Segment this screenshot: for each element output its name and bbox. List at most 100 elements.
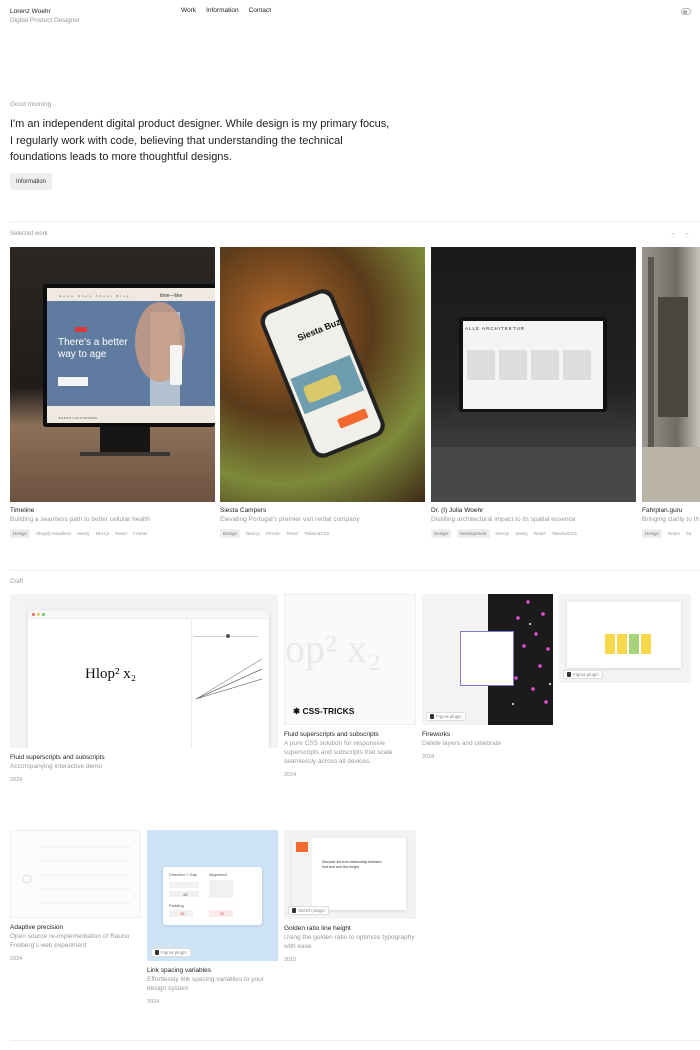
window-minimize-icon [37,613,40,616]
craft-card-golden-ratio[interactable]: Discover the true relationship between f… [284,830,416,963]
mock-footer: ★★★★★ 4.4/5 ★ REVIEWS [58,416,98,420]
craft-desc: Using the golden ratio to optimize typog… [284,934,415,950]
swatch-yellow [641,634,651,654]
site-owner-role: Digital Product Designer [10,17,81,24]
nav-information[interactable]: Information [206,7,239,14]
padding-horizontal-value: 16 [180,911,185,916]
craft-image: Figma plugin [559,594,691,683]
nav-work[interactable]: Work [181,7,196,14]
window-maximize-icon [42,613,45,616]
figma-plugin-badge: Figma plugin [563,670,603,679]
work-card-julia-woehr[interactable]: ALLE ARCHITEKTUR Dr. (I) Julia Woehr Dis… [431,247,636,538]
next-arrow-icon[interactable]: → [683,230,690,237]
craft-title: Link spacing variables [147,967,211,974]
selected-work-label: Selected work [10,231,48,237]
nav-contact[interactable]: Contact [249,7,271,14]
work-card-siesta[interactable]: Siesta Buzz Siesta Campers Elevating Por… [220,247,425,538]
work-image-julia-woehr: ALLE ARCHITEKTUR [431,247,636,502]
tag: Development [457,529,490,538]
gap-value: 48 [183,892,188,897]
craft-image: Direction + Gap Alignment 48 Padding 16 … [147,830,278,961]
tag: Sanity [77,531,90,536]
craft-card-fireworks[interactable]: Figma plugin Fireworks Delete layers and… [422,594,553,760]
craft-desc: Accompanying interactive demo [10,763,103,770]
panel-divider [191,619,192,748]
css-tricks-logo: ✱ CSS-TRICKS [293,706,355,716]
tag: Design [431,529,452,538]
information-button[interactable]: Information [10,173,53,190]
work-desc: Bringing clarity to th [642,516,700,523]
ruler-lines-icon [22,846,131,904]
mock-logo: ALLE ARCHITEKTUR [465,326,526,331]
greeting-text: Good morning [10,101,52,108]
theme-toggle[interactable] [681,8,691,15]
firework-dots-icon [507,600,551,705]
swatch-yellow [617,634,627,654]
work-title: Dr. (I) Julia Woehr [431,507,484,514]
craft-card-figma-plugin[interactable]: Figma plugin [559,594,691,683]
craft-card-fluid-demo[interactable]: Hlop² x₂ Fluid superscripts and subscrip… [10,594,278,783]
phone-illustration [260,289,385,458]
craft-card-css-tricks[interactable]: op² x₂ ✱ CSS-TRICKS Fluid superscripts a… [284,594,416,778]
figma-plugin-badge: Figma plugin [426,712,466,721]
tag: TailwindCSS [551,531,577,536]
craft-label: Craft [10,579,24,585]
craft-title: Adaptive precision [10,924,64,931]
mock-nav: Home Shop About Blog [59,294,131,298]
css-tricks-brand: CSS-TRICKS [302,706,355,716]
tag: Design [220,529,241,538]
tag: Sanity [515,531,528,536]
sketch-plugin-label: Sketch plugin [298,908,326,913]
alignment-grid[interactable] [209,880,233,898]
site-owner-name[interactable]: Lorenz Woehr [10,7,51,16]
alignment-label: Alignment [209,872,227,877]
tag: React [533,531,546,536]
craft-year: 2024 [10,956,23,962]
direction-control[interactable] [169,882,199,888]
padding-label: Padding [169,903,184,908]
craft-card-link-spacing[interactable]: Direction + Gap Alignment 48 Padding 16 … [147,830,278,1005]
craft-title: Golden ratio line height [284,925,351,932]
slider-thumb[interactable] [226,634,230,638]
craft-year: 2024 [10,777,23,783]
monitor-illustration [43,284,215,456]
work-desc: Building a seamless path to better cellu… [10,516,150,523]
tag: Next.js [95,531,110,536]
tag: Prismic [265,531,281,536]
curve-chart-icon [195,658,263,700]
sketch-tool-icon [296,842,308,852]
craft-image: Figma plugin [422,594,553,725]
figma-icon [155,950,159,955]
craft-year: 2024 [284,772,297,778]
demo-text: Hlop² x₂ [85,666,136,682]
toggle-knob-icon [683,9,687,14]
craft-image [10,830,141,918]
tag: TailwindCSS [304,531,330,536]
work-desc: Elevating Portugal's premier van rental … [220,516,360,523]
craft-image: op² x₂ ✱ CSS-TRICKS [284,594,416,725]
work-card-fahrplan[interactable]: Fahrplan.guru Bringing clarity to th Des… [642,247,700,538]
tag: React [286,531,299,536]
work-tags: Design Shopify Headless Sanity Next.js R… [10,529,215,538]
work-card-timeline[interactable]: Home Shop About Blog time—line There's a… [10,247,215,538]
tag: Next.js [495,531,510,536]
sketch-window: Discover the true relationship between f… [292,838,406,910]
window-close-icon [32,613,35,616]
craft-year: 2024 [422,754,435,760]
swatch-green [629,634,639,654]
mock-logo: time—line [160,293,183,299]
browser-window: Hlop² x₂ [28,610,269,748]
figma-plugin-label: Figma plugin [161,950,187,955]
work-title: Fahrplan.guru [642,507,683,514]
craft-card-adaptive-precision[interactable]: Adaptive precision Open source re-implem… [10,830,141,962]
prev-arrow-icon[interactable]: ← [670,230,677,237]
street-illustration [642,257,700,502]
tag: Framer [133,531,148,536]
craft-title: Fluid superscripts and subscripts [10,754,105,761]
laptop-illustration [431,317,636,502]
craft-desc: Effortlessly link spacing variables to y… [147,976,264,992]
padding-vertical-value: 32 [220,911,225,916]
tag: Shopify Headless [36,531,72,536]
figma-icon [430,714,434,719]
section-divider [10,570,700,571]
